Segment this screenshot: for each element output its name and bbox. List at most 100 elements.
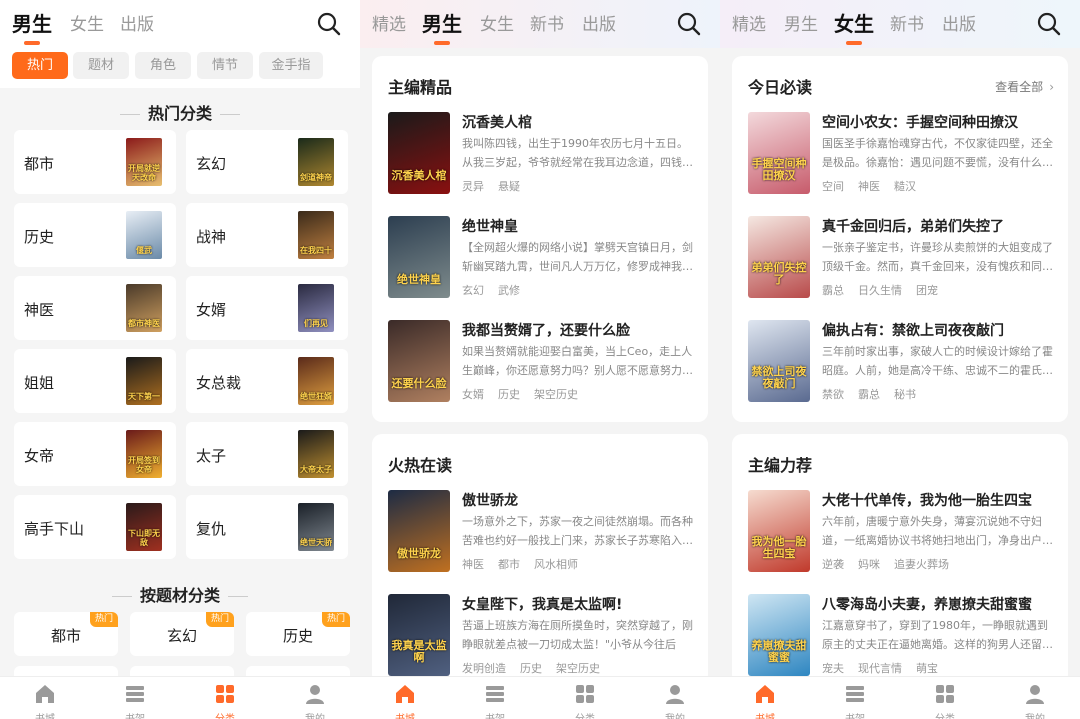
bottom-nav: 书城 书架 分类 我的 [0,676,360,719]
bottom-nav-item[interactable]: 书城 [375,681,435,719]
book-item[interactable]: 手握空间种田撩汉 空间小农女：手握空间种田撩汉 国医圣手徐嘉怡魂穿古代，不仅家徒四壁… [748,112,1058,196]
book-item[interactable]: 禁欲上司夜夜敲门 偏执占有：禁欲上司夜夜敲门 三年前时家出事，家破人亡的时候设计嫁给… [748,320,1058,404]
bottom-nav-label: 书架 [105,710,165,719]
cover-title-text: 下山即无敌 [128,529,160,547]
top-tab[interactable]: 女生 [70,10,104,35]
category-cover-image: 开局签到女帝 [126,430,162,478]
book-item[interactable]: 我真是太监啊 女皇陛下，我真是太监啊! 苦逼上班族方海在厕所摸鱼时，突然穿越了，刚睁… [388,594,698,678]
book-item[interactable]: 养崽撩夫甜蜜蜜 八零海岛小夫妻，养崽撩夫甜蜜蜜 江嘉意穿书了，穿到了1980年，一睁… [748,594,1058,678]
cover-title-text: 天下第一 [128,392,160,401]
top-tab[interactable]: 出版 [942,10,976,35]
filter-chip[interactable]: 金手指 [259,52,323,79]
category-cover-image: 绝世天骄 [298,503,334,551]
bottom-nav-item[interactable]: 我的 [285,681,345,719]
top-tab[interactable]: 精选 [372,10,406,35]
book-section-card: 主编精品 沉香美人棺 沉香美人棺 我叫陈四钱，出生于1990年农历七月十五日。从我三岁… [372,56,708,422]
book-tag[interactable]: 霸总 [822,284,844,297]
book-tag[interactable]: 霸总 [858,388,880,401]
filter-chip[interactable]: 热门 [12,52,68,79]
book-tag[interactable]: 宠夫 [822,662,844,675]
book-tag[interactable]: 日久生情 [858,284,902,297]
category-card[interactable]: 神医 都市神医 [14,276,176,340]
book-tag[interactable]: 架空历史 [534,388,578,401]
theme-card[interactable]: 历史 热门 [246,612,350,656]
book-tag[interactable]: 空间 [822,180,844,193]
category-card[interactable]: 姐姐 天下第一 [14,349,176,413]
book-tag[interactable]: 妈咪 [858,558,880,571]
filter-chip[interactable]: 角色 [135,52,191,79]
book-tag[interactable]: 现代言情 [858,662,902,675]
book-item[interactable]: 还要什么脸 我都当赘婿了，还要什么脸 如果当赘婿就能迎娶白富美，当上Ceo，走上人生… [388,320,698,404]
search-icon[interactable] [676,11,702,37]
category-card[interactable]: 都市 开局就逆天改命 [14,130,176,194]
book-item[interactable]: 沉香美人棺 沉香美人棺 我叫陈四钱，出生于1990年农历七月十五日。从我三岁起，爷爷… [388,112,698,196]
filter-chip[interactable]: 题材 [73,52,129,79]
filter-chip[interactable]: 情节 [197,52,253,79]
book-tag[interactable]: 悬疑 [498,180,520,193]
book-tag[interactable]: 逆袭 [822,558,844,571]
book-item[interactable]: 傲世骄龙 傲世骄龙 一场意外之下，苏家一夜之间徒然崩塌。而各种苦难也约好一般找上门来… [388,490,698,574]
bottom-nav-item[interactable]: 我的 [1005,681,1065,719]
theme-card[interactable]: 玄幻 热门 [130,612,234,656]
search-icon[interactable] [1036,11,1062,37]
top-tab[interactable]: 精选 [732,10,766,35]
top-tab[interactable]: 女生 [480,10,514,35]
bottom-nav-item[interactable]: 书城 [15,681,75,719]
top-tab[interactable]: 男生 [784,10,818,35]
top-tab[interactable]: 出版 [582,10,616,35]
filter-chips: 热门 题材 角色 情节 金手指 [0,52,360,80]
top-tab[interactable]: 新书 [530,10,564,35]
book-tag[interactable]: 糙汉 [894,180,916,193]
bottom-nav-item[interactable]: 书架 [825,681,885,719]
search-icon[interactable] [316,11,342,37]
book-tag[interactable]: 架空历史 [556,662,600,675]
top-tab[interactable]: 男生 [422,8,462,45]
book-tag[interactable]: 历史 [498,388,520,401]
bottom-nav-label: 我的 [1005,710,1065,719]
book-tag[interactable]: 武修 [498,284,520,297]
book-tag[interactable]: 历史 [520,662,542,675]
category-icon [934,683,956,705]
top-tab[interactable]: 女生 [834,8,874,45]
bottom-nav-item[interactable]: 书架 [465,681,525,719]
bottom-nav-item[interactable]: 书架 [105,681,165,719]
book-tag[interactable]: 萌宝 [916,662,938,675]
top-tab[interactable]: 男生 [12,8,52,45]
book-tag[interactable]: 团宠 [916,284,938,297]
book-item[interactable]: 我为他一胎生四宝 大佬十代单传，我为他一胎生四宝 六年前，唐暖宁意外失身，薄宴沉说她… [748,490,1058,574]
bottom-nav-item[interactable]: 分类 [195,681,255,719]
book-tag[interactable]: 灵异 [462,180,484,193]
book-tag[interactable]: 追妻火葬场 [894,558,949,571]
bottom-nav-item[interactable]: 我的 [645,681,705,719]
top-tab[interactable]: 出版 [120,10,154,35]
book-tag[interactable]: 神医 [858,180,880,193]
book-tag[interactable]: 玄幻 [462,284,484,297]
category-card[interactable]: 战神 在我四十 [186,203,348,267]
category-card[interactable]: 太子 大帝太子 [186,422,348,486]
category-card[interactable]: 高手下山 下山即无敌 [14,495,176,559]
category-card[interactable]: 女帝 开局签到女帝 [14,422,176,486]
book-tag[interactable]: 禁欲 [822,388,844,401]
category-card[interactable]: 复仇 绝世天骄 [186,495,348,559]
book-title: 女皇陛下，我真是太监啊! [462,597,623,613]
view-all-link[interactable]: 查看全部 › [995,78,1054,95]
top-tab[interactable]: 新书 [890,10,924,35]
book-tag[interactable]: 秘书 [894,388,916,401]
book-tag[interactable]: 都市 [498,558,520,571]
book-tag[interactable]: 神医 [462,558,484,571]
category-icon [214,683,236,705]
category-card[interactable]: 历史 偃武 [14,203,176,267]
category-card[interactable]: 玄幻 剑道神帝 [186,130,348,194]
bottom-nav-item[interactable]: 分类 [555,681,615,719]
category-card[interactable]: 女总裁 绝世狂婿 [186,349,348,413]
book-tag[interactable]: 风水相师 [534,558,578,571]
category-card[interactable]: 女婿 们再见 [186,276,348,340]
book-item[interactable]: 绝世神皇 绝世神皇 【全网超火爆的网络小说】掌劈天宫镇日月，剑斩幽冥踏九霄，世间凡人… [388,216,698,300]
bottom-nav-item[interactable]: 分类 [915,681,975,719]
book-cover-image: 我为他一胎生四宝 [748,490,810,572]
bottom-nav-item[interactable]: 书城 [735,681,795,719]
book-tag[interactable]: 发明创造 [462,662,506,675]
book-tag[interactable]: 女婿 [462,388,484,401]
book-item[interactable]: 弟弟们失控了 真千金回归后，弟弟们失控了 一张亲子鉴定书，许曼珍从卖煎饼的大姐变成了… [748,216,1058,300]
theme-card[interactable]: 都市 热门 [14,612,118,656]
